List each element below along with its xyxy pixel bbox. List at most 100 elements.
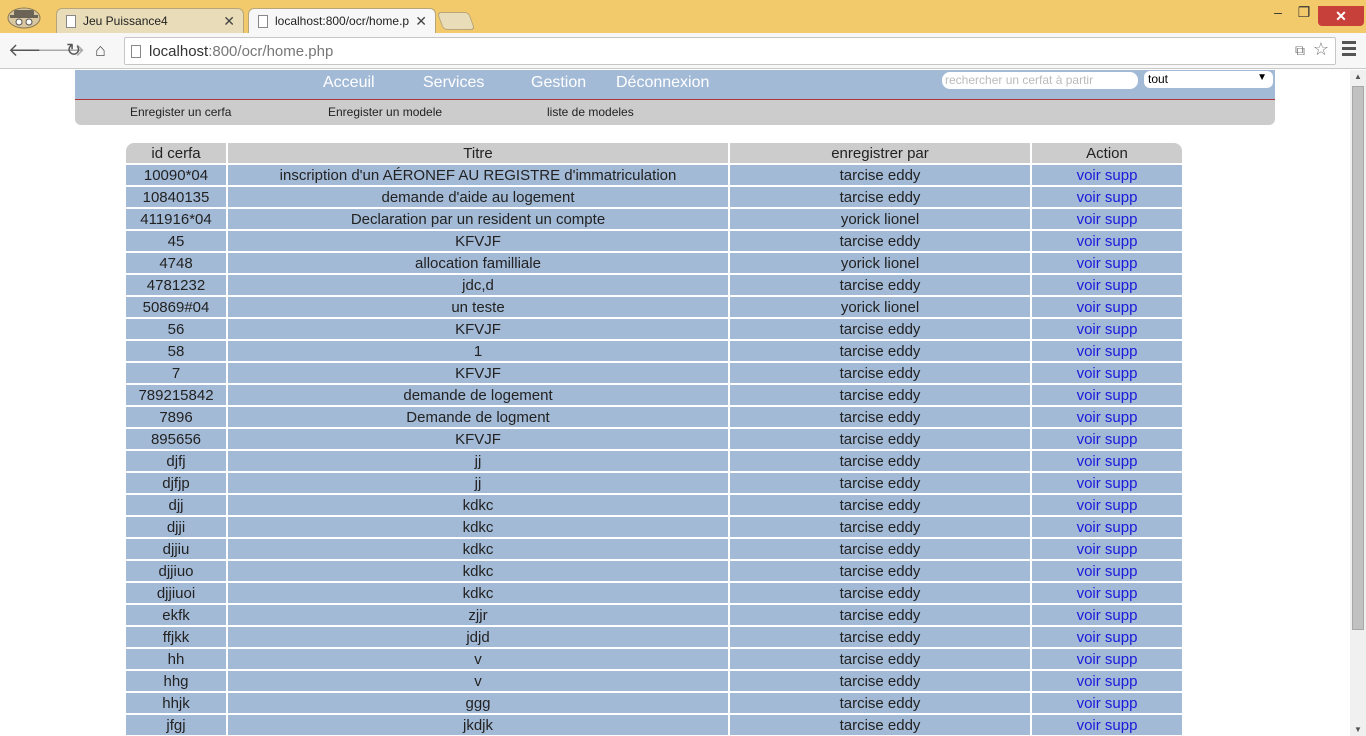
voir-link[interactable]: voir: [1077, 717, 1101, 734]
page-icon: [258, 15, 268, 28]
cell-action: voir supp: [1032, 209, 1182, 229]
supp-link[interactable]: supp: [1105, 585, 1138, 602]
bookmark-star-icon[interactable]: ☆: [1313, 39, 1329, 60]
supp-link[interactable]: supp: [1105, 365, 1138, 382]
supp-link[interactable]: supp: [1105, 255, 1138, 272]
minimize-icon[interactable]: –: [1268, 4, 1288, 26]
supp-link[interactable]: supp: [1105, 651, 1138, 668]
maximize-icon[interactable]: ❐: [1294, 4, 1314, 26]
subnav-liste-modeles[interactable]: liste de modeles: [547, 105, 634, 119]
voir-link[interactable]: voir: [1077, 563, 1101, 580]
new-tab-button[interactable]: [436, 12, 476, 30]
reload-icon[interactable]: ↻: [66, 40, 81, 61]
table-row: 10090*04 inscription d'un AÉRONEF AU REGI…: [126, 165, 1182, 185]
tab-close-icon[interactable]: ✕: [223, 13, 235, 30]
nav-services[interactable]: Services: [423, 74, 484, 92]
window-close-icon[interactable]: ✕: [1318, 6, 1364, 26]
cell-action: voir supp: [1032, 187, 1182, 207]
voir-link[interactable]: voir: [1077, 167, 1101, 184]
supp-link[interactable]: supp: [1105, 717, 1138, 734]
voir-link[interactable]: voir: [1077, 541, 1101, 558]
table-row: hh v tarcise eddy voir supp: [126, 649, 1182, 669]
supp-link[interactable]: supp: [1105, 189, 1138, 206]
cell-id-cerfa: djfj: [126, 451, 226, 471]
voir-link[interactable]: voir: [1077, 189, 1101, 206]
voir-link[interactable]: voir: [1077, 497, 1101, 514]
filter-select-value: tout: [1148, 72, 1169, 86]
supp-link[interactable]: supp: [1105, 211, 1138, 228]
supp-link[interactable]: supp: [1105, 497, 1138, 514]
cell-titre: jdjd: [228, 627, 728, 647]
filter-select[interactable]: tout ▼: [1144, 71, 1273, 88]
voir-link[interactable]: voir: [1077, 409, 1101, 426]
supp-link[interactable]: supp: [1105, 519, 1138, 536]
tab-close-icon[interactable]: ✕: [415, 13, 427, 30]
voir-link[interactable]: voir: [1077, 211, 1101, 228]
nav-deconnexion[interactable]: Déconnexion: [616, 74, 709, 92]
voir-link[interactable]: voir: [1077, 299, 1101, 316]
cell-action: voir supp: [1032, 693, 1182, 713]
voir-link[interactable]: voir: [1077, 585, 1101, 602]
supp-link[interactable]: supp: [1105, 541, 1138, 558]
supp-link[interactable]: supp: [1105, 387, 1138, 404]
cell-enregistrer-par: tarcise eddy: [730, 693, 1030, 713]
supp-link[interactable]: supp: [1105, 607, 1138, 624]
supp-link[interactable]: supp: [1105, 233, 1138, 250]
supp-link[interactable]: supp: [1105, 277, 1138, 294]
supp-link[interactable]: supp: [1105, 343, 1138, 360]
browser-toolbar: 🡐 🡒 ↻ ⌂ localhost:800/ocr/home.php ⧉ ☆: [0, 33, 1366, 69]
scrollbar-thumb[interactable]: [1352, 86, 1364, 630]
voir-link[interactable]: voir: [1077, 673, 1101, 690]
voir-link[interactable]: voir: [1077, 629, 1101, 646]
supp-link[interactable]: supp: [1105, 629, 1138, 646]
voir-link[interactable]: voir: [1077, 255, 1101, 272]
nav-acceuil[interactable]: Acceuil: [323, 74, 375, 92]
subnav-enregistrer-cerfa[interactable]: Enregister un cerfa: [130, 105, 231, 119]
tab-localhost-home[interactable]: localhost:800/ocr/home.p ✕: [248, 8, 436, 35]
translate-icon[interactable]: ⧉: [1295, 42, 1305, 59]
voir-link[interactable]: voir: [1077, 321, 1101, 338]
table-row: 10840135 demande d'aide au logement tarcis…: [126, 187, 1182, 207]
cell-id-cerfa: 4781232: [126, 275, 226, 295]
address-bar[interactable]: localhost:800/ocr/home.php ⧉ ☆: [124, 37, 1336, 65]
tab-title: localhost:800/ocr/home.p: [275, 14, 410, 28]
voir-link[interactable]: voir: [1077, 651, 1101, 668]
voir-link[interactable]: voir: [1077, 431, 1101, 448]
home-icon[interactable]: ⌂: [95, 40, 106, 61]
supp-link[interactable]: supp: [1105, 673, 1138, 690]
voir-link[interactable]: voir: [1077, 475, 1101, 492]
supp-link[interactable]: supp: [1105, 299, 1138, 316]
voir-link[interactable]: voir: [1077, 607, 1101, 624]
table-row: djjiu kdkc tarcise eddy voir supp: [126, 539, 1182, 559]
supp-link[interactable]: supp: [1105, 409, 1138, 426]
tab-jeu-puissance4[interactable]: Jeu Puissance4 ✕: [56, 8, 244, 34]
cell-enregistrer-par: tarcise eddy: [730, 649, 1030, 669]
vertical-scrollbar[interactable]: ▲ ▼: [1350, 70, 1366, 736]
supp-link[interactable]: supp: [1105, 167, 1138, 184]
supp-link[interactable]: supp: [1105, 453, 1138, 470]
voir-link[interactable]: voir: [1077, 519, 1101, 536]
voir-link[interactable]: voir: [1077, 277, 1101, 294]
cell-titre: allocation familliale: [228, 253, 728, 273]
scroll-down-arrow-icon[interactable]: ▼: [1354, 725, 1362, 734]
supp-link[interactable]: supp: [1105, 321, 1138, 338]
cell-action: voir supp: [1032, 363, 1182, 383]
supp-link[interactable]: supp: [1105, 475, 1138, 492]
scroll-up-arrow-icon[interactable]: ▲: [1354, 72, 1362, 81]
nav-gestion[interactable]: Gestion: [531, 74, 586, 92]
subnav-enregistrer-modele[interactable]: Enregister un modele: [328, 105, 442, 119]
voir-link[interactable]: voir: [1077, 343, 1101, 360]
hamburger-menu-icon[interactable]: [1342, 41, 1356, 59]
voir-link[interactable]: voir: [1077, 365, 1101, 382]
cell-titre: jkdjk: [228, 715, 728, 735]
voir-link[interactable]: voir: [1077, 695, 1101, 712]
voir-link[interactable]: voir: [1077, 387, 1101, 404]
table-header-row: id cerfa Titre enregistrer par Action: [126, 143, 1182, 163]
voir-link[interactable]: voir: [1077, 453, 1101, 470]
search-input[interactable]: rechercher un cerfat à partir: [941, 71, 1139, 90]
supp-link[interactable]: supp: [1105, 431, 1138, 448]
supp-link[interactable]: supp: [1105, 563, 1138, 580]
cell-action: voir supp: [1032, 583, 1182, 603]
voir-link[interactable]: voir: [1077, 233, 1101, 250]
supp-link[interactable]: supp: [1105, 695, 1138, 712]
